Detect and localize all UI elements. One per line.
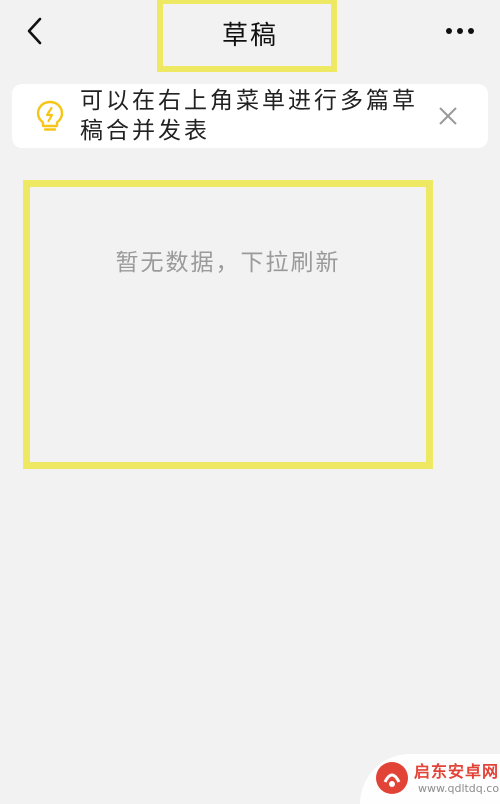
top-bar: 草稿 xyxy=(0,0,500,72)
close-icon xyxy=(439,107,457,125)
empty-state-message: 暂无数据，下拉刷新 xyxy=(115,250,341,276)
tip-close-button[interactable] xyxy=(434,102,462,130)
watermark-url: www.qdltdq.com xyxy=(418,782,500,795)
tip-text: 可以在右上角菜单进行多篇草稿合并发表 xyxy=(80,88,418,144)
site-watermark: 启东安卓网 www.qdltdq.com xyxy=(360,754,500,804)
watermark-name: 启东安卓网 xyxy=(414,762,500,781)
page-title: 草稿 xyxy=(221,21,278,51)
more-dots-icon xyxy=(446,28,474,34)
merge-tip-banner: 可以在右上角菜单进行多篇草稿合并发表 xyxy=(12,84,488,148)
more-button[interactable] xyxy=(442,16,478,46)
watermark-logo-icon xyxy=(376,762,408,794)
empty-state-area: 暂无数据，下拉刷新 xyxy=(23,180,433,469)
lightning-bulb-icon xyxy=(36,100,64,131)
